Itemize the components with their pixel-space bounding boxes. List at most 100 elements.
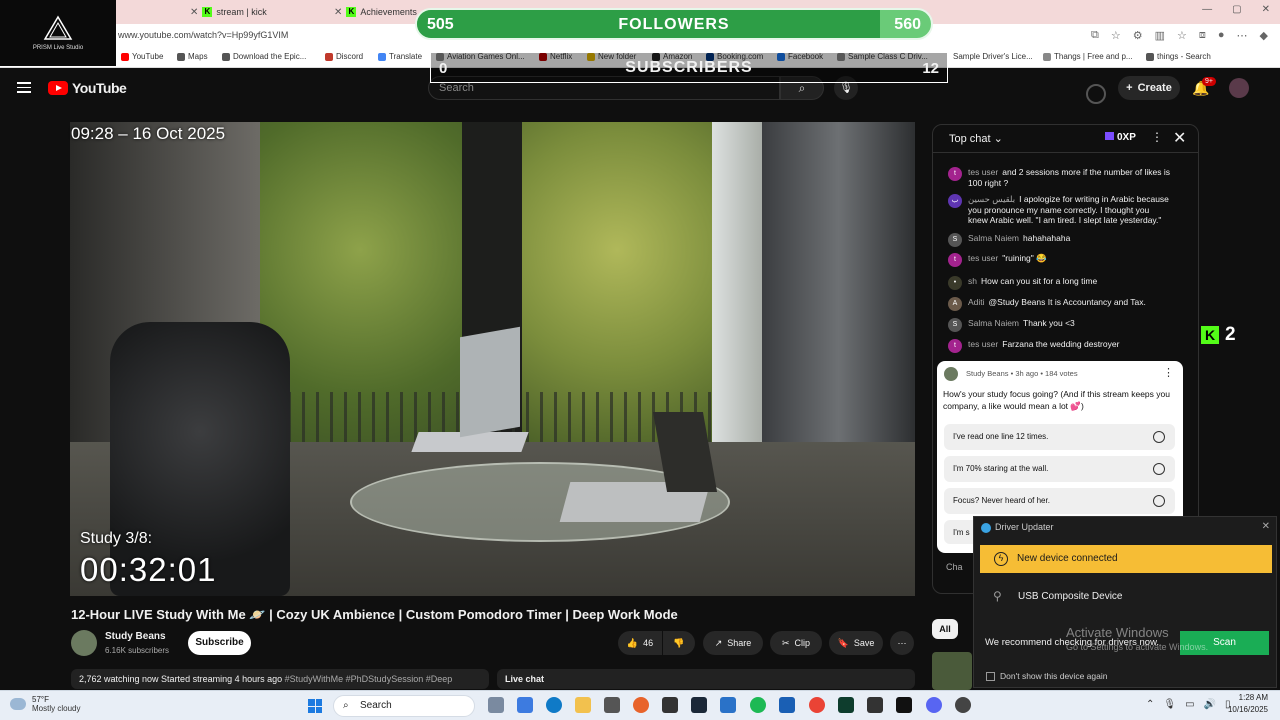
related-video-thumbnail[interactable] bbox=[932, 652, 972, 690]
network-icon[interactable]: ▭ bbox=[1185, 699, 1194, 710]
weather-widget[interactable]: 57°F Mostly cloudy bbox=[10, 695, 80, 713]
live-chat-tab[interactable]: Live chat bbox=[497, 669, 915, 689]
translate-icon[interactable]: ⧉ bbox=[1091, 29, 1099, 42]
chat-author-name[interactable]: tes user bbox=[968, 253, 998, 263]
filter-chip-all[interactable]: All bbox=[932, 619, 958, 639]
notification-badge: 9+ bbox=[1202, 77, 1216, 86]
clock[interactable]: 1:28 AM 10/16/2025 bbox=[1228, 693, 1268, 714]
poll-option[interactable]: Focus? Never heard of her. bbox=[944, 488, 1175, 514]
favorites-icon[interactable]: ☆ bbox=[1177, 29, 1187, 42]
app-icon[interactable] bbox=[955, 697, 971, 713]
spotify-icon[interactable] bbox=[750, 697, 766, 713]
app-icon[interactable] bbox=[779, 697, 795, 713]
bookmark-things-search[interactable]: things - Search bbox=[1146, 52, 1211, 61]
file-explorer-icon[interactable] bbox=[575, 697, 591, 713]
chat-author-avatar[interactable]: ب bbox=[948, 194, 962, 208]
copilot-app-icon[interactable] bbox=[517, 697, 533, 713]
tiktok-icon[interactable] bbox=[896, 697, 912, 713]
volume-icon[interactable]: 🔊 bbox=[1204, 699, 1216, 710]
video-player[interactable] bbox=[70, 122, 915, 596]
account-avatar[interactable] bbox=[1229, 78, 1249, 98]
video-description[interactable]: 2,762 watching now Started streaming 4 h… bbox=[71, 669, 489, 689]
more-icon[interactable]: ⋯ bbox=[1237, 29, 1248, 42]
collections-icon[interactable]: ⧈ bbox=[1199, 29, 1206, 42]
like-button[interactable]: 👍 46 bbox=[618, 631, 662, 655]
channel-avatar[interactable] bbox=[71, 630, 97, 656]
chat-author-name[interactable]: Salma Naiem bbox=[968, 233, 1019, 243]
save-button[interactable]: 🔖 Save bbox=[829, 631, 883, 655]
dislike-button[interactable]: 👎 bbox=[663, 631, 695, 655]
bookmark-youtube[interactable]: YouTube bbox=[121, 52, 163, 61]
bookmark-thangs[interactable]: Thangs | Free and p... bbox=[1043, 52, 1133, 61]
app-icon[interactable] bbox=[720, 697, 736, 713]
xp-badge[interactable]: 0XP bbox=[1105, 132, 1136, 143]
checkbox-icon[interactable] bbox=[986, 671, 995, 681]
create-button[interactable]: + Create bbox=[1118, 76, 1180, 100]
close-tab-icon[interactable]: ✕ bbox=[334, 7, 342, 18]
chevron-up-icon[interactable]: ⌃ bbox=[1146, 699, 1154, 710]
chat-author-avatar[interactable]: A bbox=[948, 297, 962, 311]
chat-message: • sh How can you sit for a long time bbox=[948, 276, 1170, 290]
poll-option[interactable]: I'm 70% staring at the wall. bbox=[944, 456, 1175, 482]
discord-icon[interactable] bbox=[926, 697, 942, 713]
chat-author-avatar[interactable]: t bbox=[948, 167, 962, 181]
chat-more-icon[interactable]: ⋮ bbox=[1151, 130, 1163, 144]
app-icon[interactable] bbox=[662, 697, 678, 713]
subscribe-button[interactable]: Subscribe bbox=[188, 631, 251, 655]
close-icon[interactable]: ✕ bbox=[1262, 521, 1270, 532]
copilot-icon[interactable]: ◆ bbox=[1260, 29, 1268, 42]
taskbar-search[interactable]: ⌕ Search bbox=[333, 695, 475, 717]
split-view-icon[interactable]: ▥ bbox=[1155, 29, 1165, 42]
channel-name[interactable]: Study Beans bbox=[105, 631, 166, 642]
poll-option[interactable]: I've read one line 12 times. bbox=[944, 424, 1175, 450]
video-datetime-overlay: 09:28 – 16 Oct 2025 bbox=[71, 124, 226, 143]
youtube-logo[interactable]: YouTube bbox=[48, 80, 127, 96]
chat-mode-selector[interactable]: Top chat ⌄ bbox=[949, 132, 1003, 145]
bookmark-discord[interactable]: Discord bbox=[325, 52, 363, 61]
poll-more-icon[interactable]: ⋮ bbox=[1163, 366, 1174, 379]
profile-icon[interactable]: ● bbox=[1218, 29, 1225, 42]
bookmark-translate[interactable]: Translate bbox=[378, 52, 422, 61]
tab-stream-kick[interactable]: ✕ K stream | kick bbox=[184, 2, 273, 22]
chat-author-avatar[interactable]: S bbox=[948, 318, 962, 332]
hamburger-menu-icon[interactable] bbox=[17, 82, 31, 93]
steam-icon[interactable] bbox=[691, 697, 707, 713]
more-actions-button[interactable]: ⋯ bbox=[890, 631, 914, 655]
bookmark-epic[interactable]: Download the Epic... bbox=[222, 52, 306, 61]
extensions-icon[interactable]: ⚙ bbox=[1133, 29, 1143, 42]
share-button[interactable]: ↗ Share bbox=[703, 631, 763, 655]
tab-achievements[interactable]: ✕ K Achievements bbox=[328, 2, 423, 22]
chat-input[interactable]: Cha bbox=[946, 562, 963, 572]
chat-author-avatar[interactable]: t bbox=[948, 253, 962, 267]
clip-button[interactable]: ✂ Clip bbox=[770, 631, 822, 655]
chat-author-name[interactable]: sh bbox=[968, 276, 977, 286]
chat-author-name[interactable]: tes user bbox=[968, 339, 998, 349]
app-icon[interactable] bbox=[838, 697, 854, 713]
chrome-icon[interactable] bbox=[809, 697, 825, 713]
chat-author-avatar[interactable]: t bbox=[948, 339, 962, 353]
app-icon[interactable] bbox=[867, 697, 883, 713]
minimize-icon[interactable]: — bbox=[1202, 4, 1212, 15]
dont-show-checkbox[interactable]: Don't show this device again bbox=[986, 671, 1107, 681]
bookmark-maps[interactable]: Maps bbox=[177, 52, 208, 61]
firefox-icon[interactable] bbox=[633, 697, 649, 713]
close-tab-icon[interactable]: ✕ bbox=[190, 7, 198, 18]
microphone-icon[interactable]: 🎙 bbox=[1163, 699, 1176, 710]
edge-icon[interactable] bbox=[546, 697, 562, 713]
chat-author-name[interactable]: بلقيس حسين bbox=[968, 194, 1015, 204]
chat-author-name[interactable]: tes user bbox=[968, 167, 998, 177]
url-field[interactable]: www.youtube.com/watch?v=Hp99yfG1VIM bbox=[118, 30, 288, 40]
prism-label: PRISM Live Studio bbox=[32, 45, 84, 51]
chat-author-name[interactable]: Aditi bbox=[968, 297, 985, 307]
close-window-icon[interactable]: ✕ bbox=[1262, 4, 1270, 15]
bookmark-star-icon[interactable]: ☆ bbox=[1111, 29, 1121, 42]
chat-author-avatar[interactable]: S bbox=[948, 233, 962, 247]
chat-author-avatar[interactable]: • bbox=[948, 276, 962, 290]
maximize-icon[interactable]: ▢ bbox=[1232, 4, 1241, 15]
chat-author-name[interactable]: Salma Naiem bbox=[968, 318, 1019, 328]
store-icon[interactable] bbox=[604, 697, 620, 713]
chat-close-icon[interactable]: ✕ bbox=[1173, 128, 1186, 148]
bookmark-drivers-license[interactable]: Sample Driver's Lice... bbox=[953, 52, 1033, 61]
start-button[interactable] bbox=[308, 699, 322, 713]
task-view-icon[interactable] bbox=[488, 697, 504, 713]
